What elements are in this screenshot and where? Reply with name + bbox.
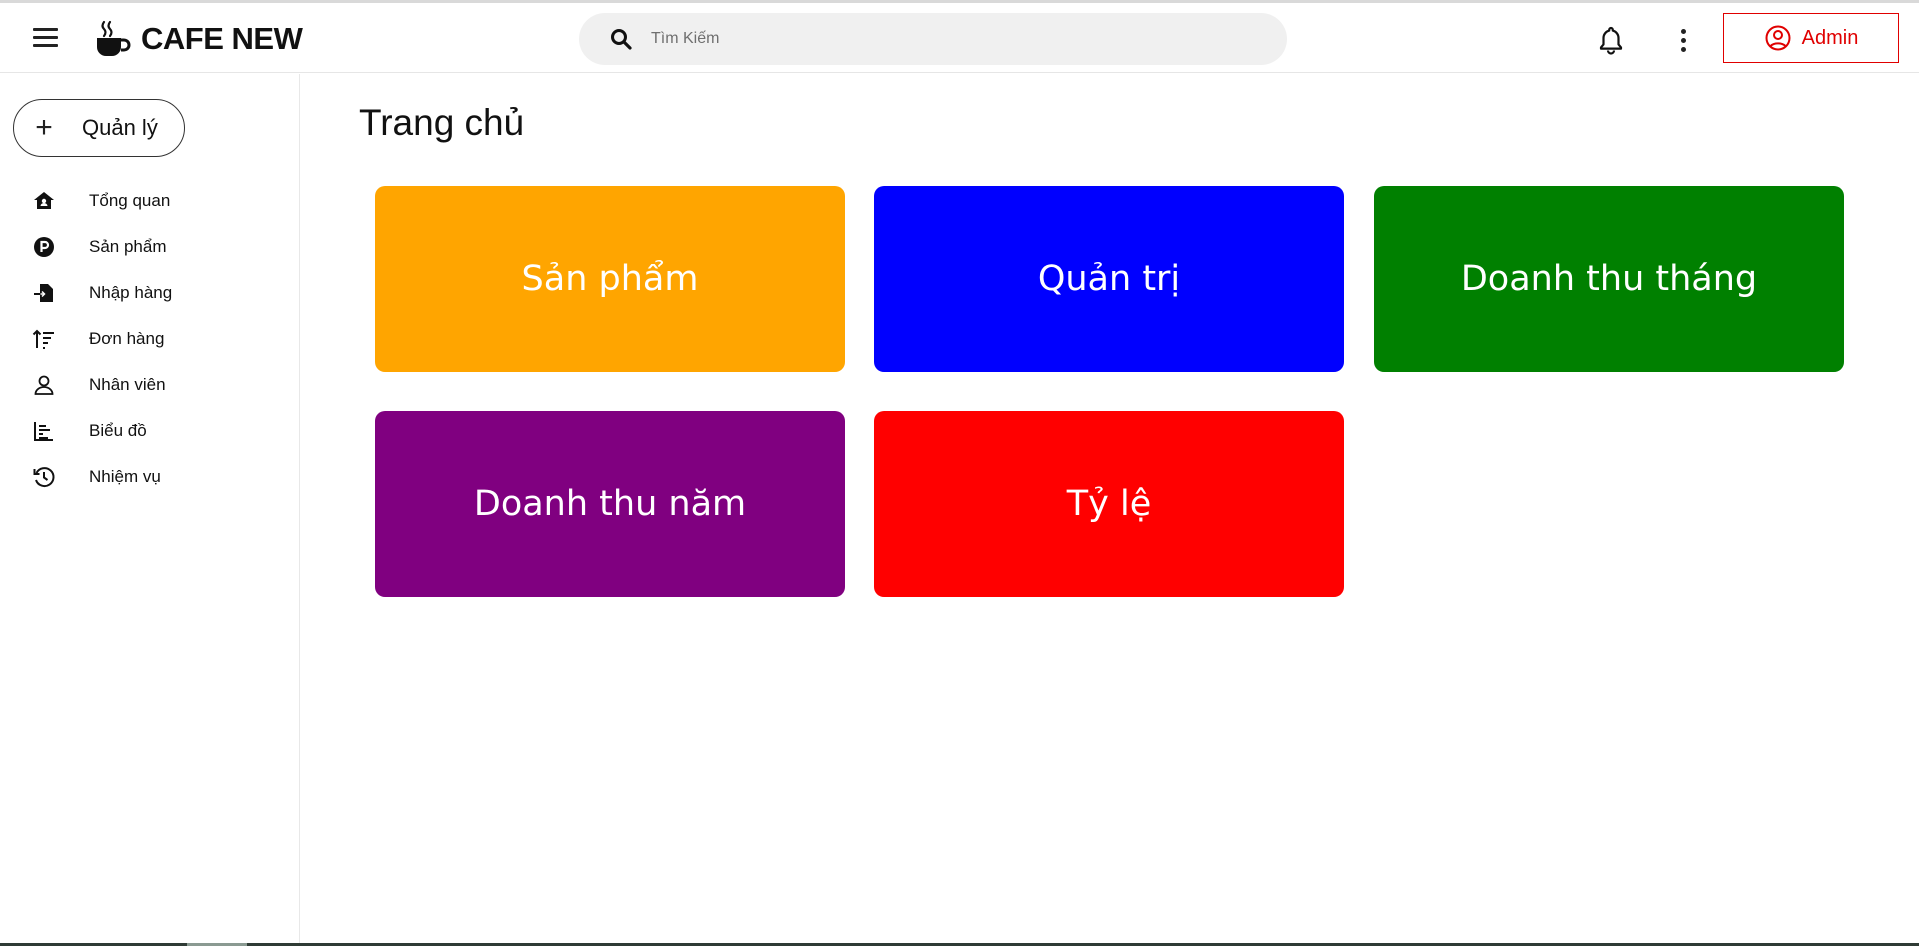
sidebar-item-import[interactable]: Nhập hàng: [0, 270, 298, 316]
history-icon: [31, 464, 57, 490]
home-icon: [31, 188, 57, 214]
card-products[interactable]: Sản phẩm: [375, 186, 845, 372]
more-options-icon[interactable]: [1672, 25, 1694, 55]
sidebar-item-tasks[interactable]: Nhiệm vụ: [0, 454, 298, 500]
sidebar-item-label: Biểu đồ: [89, 421, 147, 440]
brand-name: CAFE NEW: [141, 21, 303, 56]
menu-hamburger-icon[interactable]: [30, 25, 62, 51]
sidebar-nav: Tổng quan Sản phẩm Nhập hàng Đơn hàng Nh…: [0, 178, 298, 500]
page-title: Trang chủ: [359, 102, 525, 143]
sidebar: + Quản lý Tổng quan Sản phẩm Nhập hàng Đ…: [0, 74, 300, 946]
sidebar-item-label: Sản phẩm: [89, 237, 167, 256]
top-header: CAFE NEW Admin: [0, 3, 1919, 73]
card-yearly-revenue[interactable]: Doanh thu năm: [375, 411, 845, 597]
card-label: Quản trị: [1037, 259, 1181, 299]
logo[interactable]: CAFE NEW: [93, 17, 303, 61]
sort-orders-icon: [31, 326, 57, 352]
search-icon[interactable]: [609, 27, 633, 51]
sidebar-item-label: Nhân viên: [89, 375, 166, 394]
chart-icon: [31, 418, 57, 444]
card-admin[interactable]: Quản trị: [874, 186, 1344, 372]
sidebar-item-charts[interactable]: Biểu đồ: [0, 408, 298, 454]
card-label: Doanh thu tháng: [1460, 259, 1758, 299]
coffee-cup-icon: [97, 20, 131, 56]
card-label: Tỷ lệ: [1066, 484, 1152, 524]
sidebar-item-staff[interactable]: Nhân viên: [0, 362, 298, 408]
card-monthly-revenue[interactable]: Doanh thu tháng: [1374, 186, 1844, 372]
admin-label: Admin: [1801, 26, 1859, 49]
notification-bell-icon[interactable]: [1597, 25, 1625, 55]
plus-icon: +: [35, 111, 53, 144]
user-circle-icon: [1765, 25, 1791, 51]
search-input[interactable]: [651, 30, 1211, 48]
sidebar-item-products[interactable]: Sản phẩm: [0, 224, 298, 270]
app-root: CAFE NEW Admin + Quản lý: [0, 0, 1919, 946]
product-p-icon: [31, 234, 57, 260]
search-bar: [579, 13, 1287, 65]
sidebar-item-label: Nhiệm vụ: [89, 467, 161, 486]
sidebar-item-label: Đơn hàng: [89, 329, 165, 348]
manage-button[interactable]: + Quản lý: [13, 99, 185, 157]
sidebar-item-label: Nhập hàng: [89, 283, 173, 302]
sidebar-item-orders[interactable]: Đơn hàng: [0, 316, 298, 362]
sidebar-item-overview[interactable]: Tổng quan: [0, 178, 298, 224]
card-ratio[interactable]: Tỷ lệ: [874, 411, 1344, 597]
import-icon: [31, 280, 57, 306]
card-label: Doanh thu năm: [473, 484, 747, 524]
person-icon: [31, 372, 57, 398]
card-label: Sản phẩm: [521, 259, 699, 299]
admin-account-button[interactable]: Admin: [1723, 13, 1899, 63]
manage-label: Quản lý: [82, 115, 158, 140]
sidebar-item-label: Tổng quan: [89, 191, 171, 210]
